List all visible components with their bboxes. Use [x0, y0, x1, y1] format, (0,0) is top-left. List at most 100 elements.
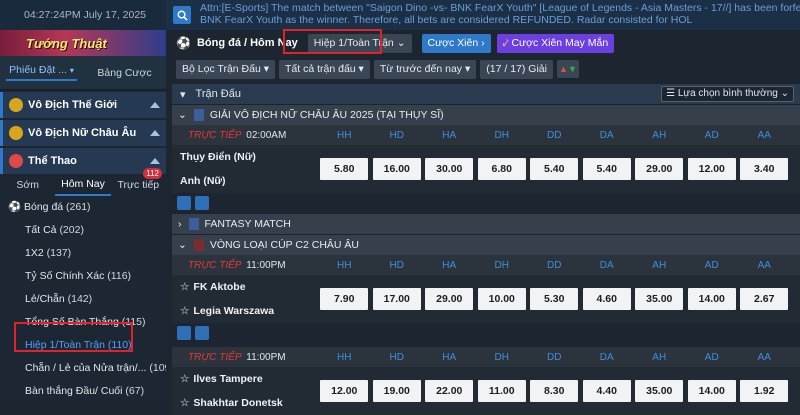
page-title: Bóng đá / Hôm Nay: [196, 37, 298, 49]
star-icon[interactable]: ☆: [180, 373, 189, 385]
tab-bet-slip[interactable]: Phiếu Đặt ... ▾: [0, 64, 83, 81]
sidebar-item-odd-even[interactable]: Lẻ/Chẵn (142): [0, 288, 166, 311]
item-count: (109): [149, 362, 166, 374]
sidebar-section-women-euro[interactable]: Vô Địch Nữ Châu Âu: [0, 120, 166, 146]
soccer-ball-icon: ⚽: [176, 36, 191, 50]
sort-select[interactable]: ☰ Lựa chọn bình thường ⌄: [661, 86, 794, 102]
league-name: FANTASY MATCH: [204, 218, 291, 230]
lucky-parlay-button[interactable]: ⤦ Cược Xiên May Mắn: [496, 33, 615, 53]
odds-button[interactable]: 14.00: [687, 380, 736, 402]
odds-button[interactable]: 1.92: [740, 380, 789, 402]
sidebar-item-half-odd-even[interactable]: Chẵn / Lẻ của Nửa trận/... (109): [0, 357, 166, 380]
star-icon[interactable]: ☆: [180, 281, 189, 293]
soccer-ball-icon: [9, 126, 23, 140]
tab-my-bets[interactable]: Bảng Cược: [83, 67, 166, 79]
announcement-ticker[interactable]: Attn:[E-Sports] The match between "Saigo…: [200, 0, 800, 30]
live-count-badge: 112: [143, 168, 162, 179]
sidebar-item-half-full[interactable]: Hiệp 1/Toàn Trận (110): [0, 334, 166, 357]
sidebar-item-total-goals[interactable]: Tổng Số Bàn Thắng (115): [0, 311, 166, 334]
odds-button[interactable]: 12.00: [687, 158, 736, 180]
match-filter-select[interactable]: Tất cả trận đấu ▾: [279, 59, 370, 79]
odds-button[interactable]: 12.00: [320, 380, 369, 402]
refresh-button[interactable]: ▲ ▼: [556, 60, 579, 78]
league-count-button[interactable]: (17 / 17) Giải: [480, 59, 553, 79]
button-label: Cược Xiên May Mắn: [511, 36, 609, 49]
odds-button[interactable]: 4.60: [582, 288, 631, 310]
odds-button[interactable]: 14.00: [687, 288, 736, 310]
odds-button[interactable]: 5.30: [530, 288, 579, 310]
odds-button[interactable]: 4.40: [582, 380, 631, 402]
chevron-up-icon: [150, 102, 160, 108]
column-header: AH: [652, 351, 667, 363]
column-header: DA: [599, 129, 614, 141]
sidebar-section-world-cup[interactable]: Vô Địch Thế Giới: [0, 92, 166, 118]
sidebar-item-all[interactable]: Tất Cả (202): [0, 219, 166, 242]
odds-button[interactable]: 5.40: [530, 158, 579, 180]
odds-button[interactable]: 29.00: [425, 288, 474, 310]
stats-icon[interactable]: [177, 326, 191, 340]
odds-button[interactable]: 6.80: [477, 158, 526, 180]
odds-button[interactable]: 22.00: [425, 380, 474, 402]
item-label: Tỷ Số Chính Xác: [25, 270, 105, 282]
stats-icon[interactable]: [177, 196, 191, 210]
odds-button[interactable]: 11.00: [477, 380, 526, 402]
section-label: Thể Thao: [28, 155, 77, 167]
odds-button[interactable]: 7.90: [320, 288, 369, 310]
table-header-label: Trận Đấu: [195, 88, 241, 100]
tab-today[interactable]: Hôm Nay: [55, 174, 111, 196]
item-label: Bóng đá: [24, 201, 64, 213]
live-label: TRỰC TIẾP: [188, 259, 242, 271]
tab-live[interactable]: Trực tiếp: [111, 179, 166, 191]
main-content: ⚽ Bóng đá / Hôm Nay Hiệp 1/Toàn Trận ⌄ C…: [172, 30, 800, 415]
bar-chart-icon[interactable]: [195, 196, 209, 210]
odds-button[interactable]: 19.00: [372, 380, 421, 402]
search-button[interactable]: [173, 6, 191, 24]
odds-button[interactable]: 35.00: [635, 288, 684, 310]
odds-button[interactable]: 10.00: [477, 288, 526, 310]
odds-button[interactable]: 35.00: [635, 380, 684, 402]
soccer-ball-icon: ⚽: [8, 201, 22, 213]
star-icon[interactable]: ☆: [180, 305, 189, 317]
sidebar-item-correct-score[interactable]: Tỷ Số Chính Xác (116): [0, 265, 166, 288]
star-icon[interactable]: ☆: [180, 397, 189, 409]
refresh-arrows-icon: ▼: [567, 64, 577, 74]
search-icon: [177, 10, 188, 21]
odds-button[interactable]: 5.40: [582, 158, 631, 180]
item-count: (110): [107, 339, 132, 351]
column-header: HA: [442, 129, 457, 141]
column-header: AH: [652, 129, 667, 141]
odds-button[interactable]: 2.67: [740, 288, 789, 310]
away-team: Anh (Nữ): [180, 175, 226, 187]
away-team: Shakhtar Donetsk: [193, 397, 283, 409]
league-row[interactable]: ⌄ VÒNG LOẠI CÚP C2 CHÂU ÂU: [172, 234, 800, 255]
league-logo-icon: [188, 218, 199, 230]
tab-early[interactable]: Sớm: [0, 179, 55, 191]
market-select[interactable]: Hiệp 1/Toàn Trận ⌄: [307, 33, 412, 53]
odds-button[interactable]: 30.00: [425, 158, 474, 180]
chevron-right-icon: ›: [481, 36, 485, 49]
brand-logo[interactable]: Tướng Thuật: [0, 30, 166, 56]
time-filter-select[interactable]: Từ trước đến nay ▾: [373, 59, 477, 79]
caret-down-icon: ▾: [464, 62, 471, 75]
odds-button[interactable]: 16.00: [372, 158, 421, 180]
sidebar-section-sports[interactable]: Thể Thao: [0, 148, 166, 174]
column-header: HD: [389, 259, 404, 271]
odds-button[interactable]: 8.30: [530, 380, 579, 402]
home-team: Thụy Điển (Nữ): [180, 151, 256, 163]
sidebar-item-football[interactable]: ⚽ Bóng đá (261): [0, 196, 166, 219]
odds-button[interactable]: 17.00: [372, 288, 421, 310]
parlay-button[interactable]: Cược Xiên ›: [421, 33, 491, 53]
list-icon: ☰: [666, 88, 676, 99]
odds-button[interactable]: 3.40: [740, 158, 789, 180]
slip-tabs: Phiếu Đặt ... ▾ Bảng Cược: [0, 56, 166, 90]
sidebar-item-1x2[interactable]: 1X2 (137): [0, 242, 166, 265]
league-filter-select[interactable]: Bộ Lọc Trận Đấu ▾: [176, 59, 275, 79]
logo-text: Tướng Thuật: [26, 35, 107, 51]
league-row[interactable]: › FANTASY MATCH: [172, 213, 800, 234]
league-row[interactable]: ⌄ GIẢI VÔ ĐỊCH NỮ CHÂU ÂU 2025 (TẠI THỤY…: [172, 104, 800, 125]
bar-chart-icon[interactable]: [195, 326, 209, 340]
column-header: AA: [757, 351, 771, 363]
odds-button[interactable]: 5.80: [320, 158, 369, 180]
select-value: Từ trước đến nay: [379, 62, 463, 75]
odds-button[interactable]: 29.00: [635, 158, 684, 180]
